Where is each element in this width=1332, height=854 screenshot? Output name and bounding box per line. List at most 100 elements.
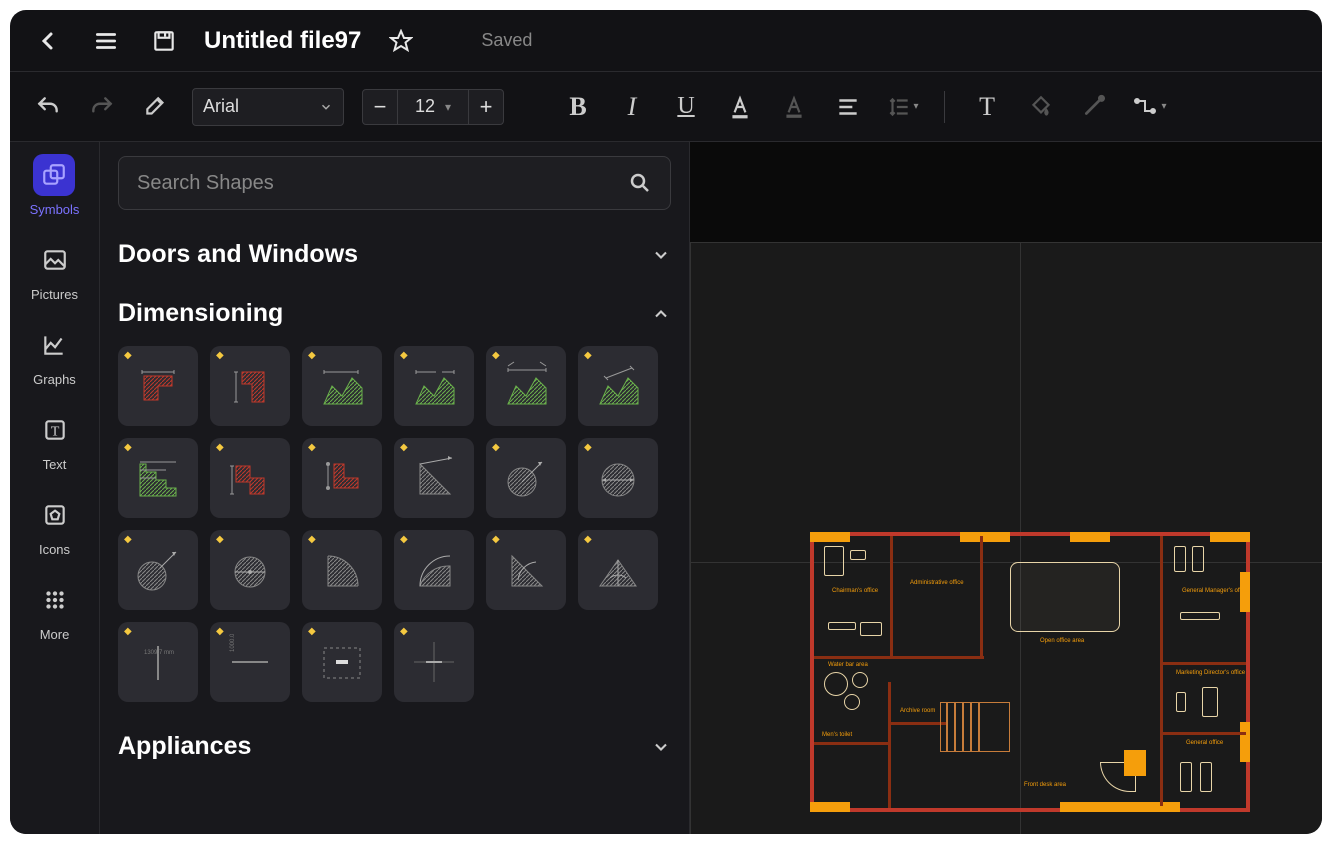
connector-button[interactable]: ▾ xyxy=(1131,89,1167,125)
shape-tile[interactable] xyxy=(578,346,658,426)
text-icon: T xyxy=(34,409,76,451)
line-spacing-button[interactable]: ▾ xyxy=(884,89,920,125)
toolbar: Arial − 12 ▾ + B I U ▾ T xyxy=(10,72,1322,142)
nav-icons[interactable]: Icons xyxy=(34,494,76,557)
room-label: Administrative office xyxy=(910,580,964,586)
text-tool-button[interactable]: T xyxy=(969,89,1005,125)
nav-label: Text xyxy=(43,457,67,472)
chevron-down-icon: ▾ xyxy=(445,100,451,114)
fill-button[interactable] xyxy=(1023,89,1059,125)
italic-button[interactable]: I xyxy=(614,89,650,125)
nav-text[interactable]: T Text xyxy=(34,409,76,472)
shape-tile[interactable] xyxy=(578,530,658,610)
shape-tile[interactable] xyxy=(486,438,566,518)
stroke-button[interactable] xyxy=(1077,89,1113,125)
more-icon xyxy=(34,579,76,621)
title-bar: Untitled file97 Saved xyxy=(10,10,1322,72)
saved-status: Saved xyxy=(481,30,532,51)
undo-button[interactable] xyxy=(30,89,66,125)
shape-tile[interactable] xyxy=(118,438,198,518)
room-label: Archive room xyxy=(900,708,935,714)
font-size-decrease[interactable]: − xyxy=(362,89,398,125)
shape-tile[interactable] xyxy=(394,530,474,610)
shape-tile[interactable] xyxy=(578,438,658,518)
room-label: Men's toilet xyxy=(822,732,852,738)
shape-tile[interactable] xyxy=(486,530,566,610)
canvas-top-strip xyxy=(690,142,1322,242)
category-doors-windows[interactable]: Doors and Windows xyxy=(118,240,671,269)
shape-tile[interactable] xyxy=(302,622,382,702)
redo-button[interactable] xyxy=(84,89,120,125)
room-label: Chairman's office xyxy=(832,588,878,594)
category-title: Appliances xyxy=(118,732,251,761)
icons-icon xyxy=(34,494,76,536)
bold-button[interactable]: B xyxy=(560,89,596,125)
underline-button[interactable]: U xyxy=(668,89,704,125)
canvas-drawing-area[interactable]: Chairman's office Administrative office … xyxy=(690,242,1322,834)
shape-tile[interactable] xyxy=(302,438,382,518)
font-size-value: 12 xyxy=(415,96,435,117)
search-icon xyxy=(628,171,652,195)
shape-tile[interactable]: 1309.7 mm xyxy=(118,622,198,702)
room-label: Marketing Director's office xyxy=(1176,670,1245,676)
search-shapes-input[interactable] xyxy=(137,172,628,195)
shapes-panel: Doors and Windows Dimensioning xyxy=(100,142,690,834)
category-dimensioning[interactable]: Dimensioning xyxy=(118,299,671,328)
align-button[interactable] xyxy=(830,89,866,125)
format-painter-button[interactable] xyxy=(138,89,174,125)
search-shapes-box[interactable] xyxy=(118,156,671,210)
font-size-select[interactable]: 12 ▾ xyxy=(398,89,468,125)
chevron-up-icon xyxy=(651,304,671,324)
floor-plan[interactable]: Chairman's office Administrative office … xyxy=(810,532,1250,812)
room-label: Water bar area xyxy=(828,662,868,668)
file-title[interactable]: Untitled file97 xyxy=(204,27,361,55)
shape-tile[interactable] xyxy=(486,346,566,426)
nav-label: Icons xyxy=(39,542,70,557)
room-label: Open office area xyxy=(1040,638,1084,644)
svg-text:T: T xyxy=(50,423,59,439)
font-size-group: − 12 ▾ + xyxy=(362,89,504,125)
nav-graphs[interactable]: Graphs xyxy=(33,324,76,387)
shape-tile[interactable] xyxy=(394,438,474,518)
font-size-increase[interactable]: + xyxy=(468,89,504,125)
category-appliances[interactable]: Appliances xyxy=(118,732,671,761)
nav-label: Symbols xyxy=(30,202,80,217)
shape-tile[interactable] xyxy=(394,346,474,426)
nav-label: Pictures xyxy=(31,287,78,302)
menu-button[interactable] xyxy=(88,23,124,59)
shape-tile[interactable] xyxy=(302,530,382,610)
nav-pictures[interactable]: Pictures xyxy=(31,239,78,302)
room-label: Front desk area xyxy=(1024,782,1066,788)
shape-tile[interactable] xyxy=(210,438,290,518)
nav-more[interactable]: More xyxy=(34,579,76,642)
svg-text:1000.0 mm: 1000.0 mm xyxy=(230,634,236,652)
back-button[interactable] xyxy=(30,23,66,59)
shape-tile[interactable] xyxy=(302,346,382,426)
font-family-select[interactable]: Arial xyxy=(192,88,344,126)
svg-text:1309.7 mm: 1309.7 mm xyxy=(144,650,174,656)
app-root: Untitled file97 Saved Arial − 12 ▾ + xyxy=(10,10,1322,834)
shape-tile[interactable]: 1000.0 mm xyxy=(210,622,290,702)
favorite-button[interactable] xyxy=(383,23,419,59)
graphs-icon xyxy=(33,324,75,366)
category-title: Dimensioning xyxy=(118,299,283,328)
highlight-button[interactable] xyxy=(776,89,812,125)
separator xyxy=(944,91,945,123)
shape-tile[interactable] xyxy=(210,346,290,426)
shape-tile[interactable] xyxy=(118,346,198,426)
nav-label: More xyxy=(40,627,70,642)
nav-label: Graphs xyxy=(33,372,76,387)
font-color-button[interactable] xyxy=(722,89,758,125)
shape-tile[interactable] xyxy=(118,530,198,610)
shape-tile[interactable] xyxy=(394,622,474,702)
shape-tile[interactable] xyxy=(210,530,290,610)
canvas[interactable]: Chairman's office Administrative office … xyxy=(690,142,1322,834)
save-button[interactable] xyxy=(146,23,182,59)
nav-symbols[interactable]: Symbols xyxy=(30,154,80,217)
room-label: General office xyxy=(1186,740,1223,746)
dimensioning-shapes-grid: 1309.7 mm 1000.0 mm xyxy=(118,346,671,702)
left-nav: Symbols Pictures Graphs T Text xyxy=(10,142,100,834)
main-area: Symbols Pictures Graphs T Text xyxy=(10,142,1322,834)
category-title: Doors and Windows xyxy=(118,240,358,269)
chevron-down-icon xyxy=(651,737,671,757)
